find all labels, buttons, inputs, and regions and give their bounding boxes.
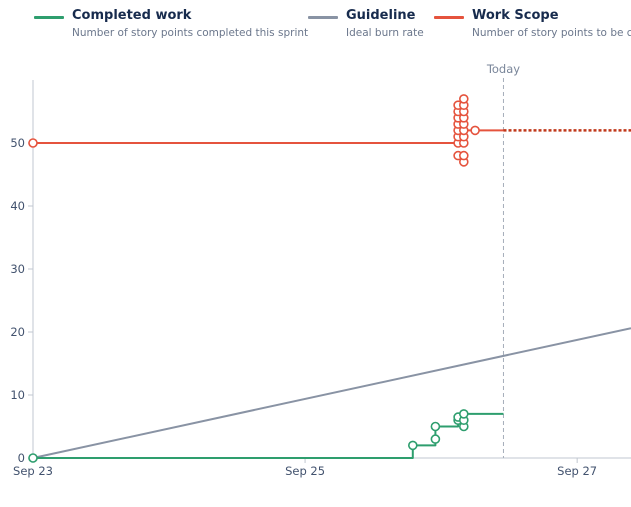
completed-work-point [430,434,441,444]
work-scope-point [458,150,469,161]
completed-work-point [407,440,418,451]
work-scope-point [458,94,469,104]
x-tick-label: Sep 25 [285,464,325,478]
guideline-line [32,327,631,459]
work-scope-point [470,125,480,136]
y-tick-label: 10 [10,388,25,402]
y-tick-label: 0 [18,451,25,465]
completed-work-point [458,409,469,419]
x-tick-label: Sep 23 [13,464,53,478]
today-label: Today [486,62,520,76]
completed-work-point [430,421,441,432]
work-scope-point [28,138,38,148]
completed-work-point [28,453,38,463]
y-tick-label: 20 [10,325,25,339]
burnup-chart: 0 10 20 30 40 50 Sep 23 Sep 25 Sep 27 Today [10,62,631,478]
y-tick-label: 50 [10,136,25,150]
y-tick-label: 40 [10,199,25,213]
work-scope-line [33,97,504,144]
y-tick-label: 30 [10,262,25,276]
x-tick-label: Sep 27 [557,464,597,478]
